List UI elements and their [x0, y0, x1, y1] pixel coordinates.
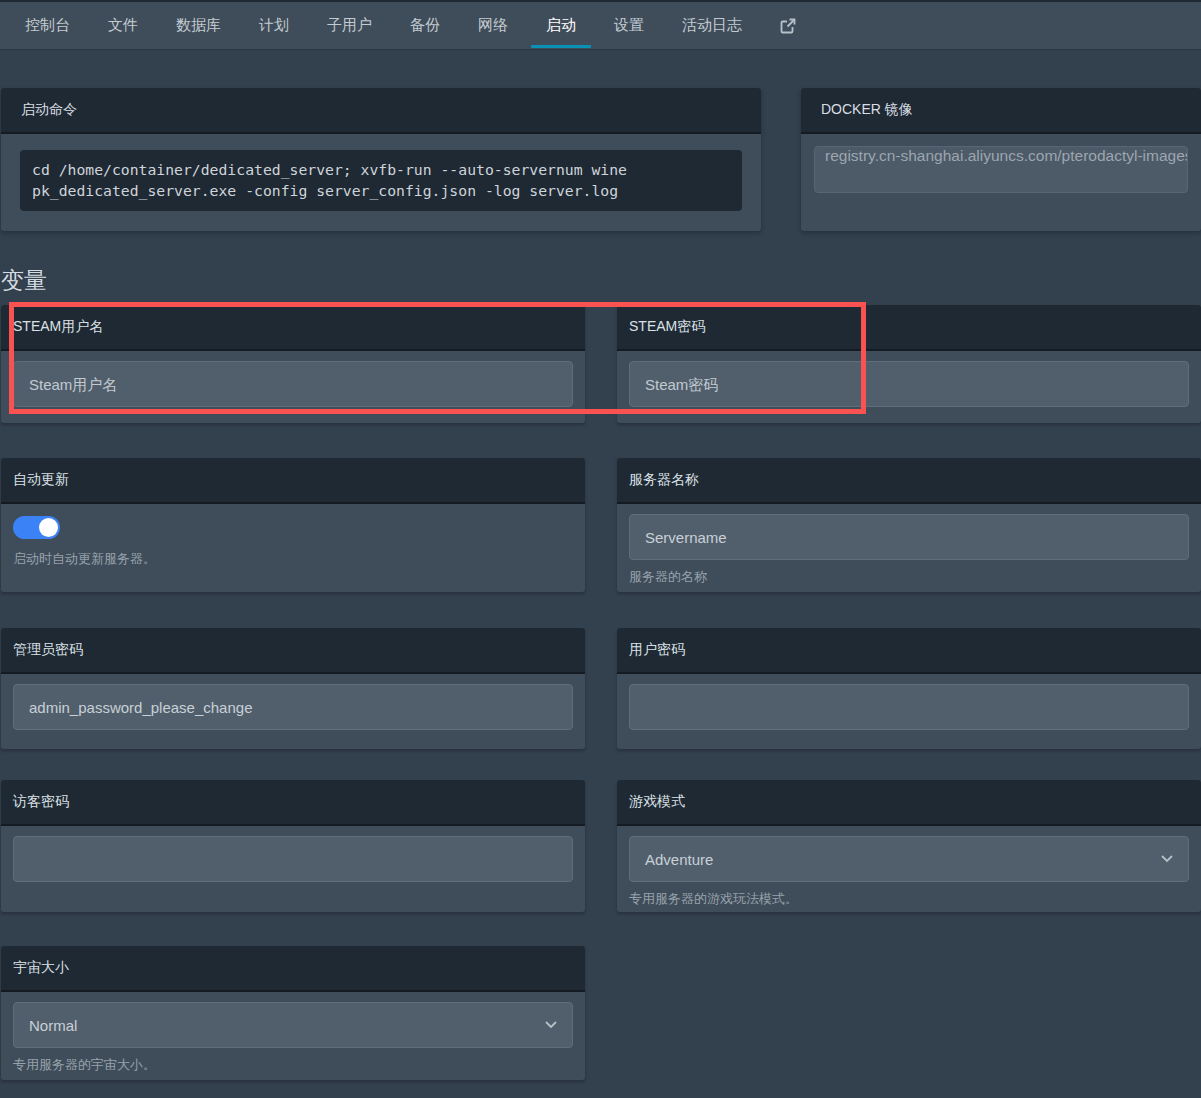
auto-update-help: 启动时自动更新服务器。 [13, 550, 573, 568]
user-password-input[interactable] [629, 684, 1189, 730]
game-mode-value: Adventure [645, 851, 713, 868]
tab-activity[interactable]: 活动日志 [667, 2, 757, 49]
steam-username-input[interactable] [13, 361, 573, 407]
tab-schedules[interactable]: 计划 [244, 2, 304, 49]
steam-password-label: STEAM密码 [617, 305, 1201, 351]
docker-image-title: DOCKER 镜像 [801, 88, 1201, 134]
server-name-help: 服务器的名称 [629, 568, 1189, 586]
server-name-card: 服务器名称 服务器的名称 [617, 458, 1201, 592]
server-tabs-nav: 控制台 文件 数据库 计划 子用户 备份 网络 启动 设置 活动日志 [0, 0, 1201, 50]
startup-page: 启动命令 cd /home/container/dedicated_server… [0, 50, 1201, 1080]
admin-password-input[interactable] [13, 684, 573, 730]
guest-password-card: 访客密码 [1, 780, 585, 912]
tab-startup[interactable]: 启动 [531, 2, 591, 49]
game-mode-select[interactable]: Adventure [629, 836, 1189, 882]
toggle-knob [39, 518, 58, 537]
tab-network[interactable]: 网络 [463, 2, 523, 49]
steam-password-card: STEAM密码 [617, 305, 1201, 423]
universe-size-value: Normal [29, 1017, 77, 1034]
tab-users[interactable]: 子用户 [312, 2, 387, 49]
steam-username-card: STEAM用户名 [1, 305, 585, 423]
chevron-down-icon [545, 1021, 557, 1029]
startup-command-title: 启动命令 [1, 88, 761, 134]
admin-password-label: 管理员密码 [1, 628, 585, 674]
universe-size-label: 宇宙大小 [1, 946, 585, 992]
steam-password-input[interactable] [629, 361, 1189, 407]
auto-update-label: 自动更新 [1, 458, 585, 504]
user-password-label: 用户密码 [617, 628, 1201, 674]
game-mode-help: 专用服务器的游戏玩法模式。 [629, 890, 1189, 908]
tab-settings[interactable]: 设置 [599, 2, 659, 49]
universe-size-help: 专用服务器的宇宙大小。 [13, 1056, 573, 1074]
game-mode-label: 游戏模式 [617, 780, 1201, 826]
auto-update-card: 自动更新 启动时自动更新服务器。 [1, 458, 585, 592]
admin-external-link[interactable] [765, 2, 811, 49]
chevron-down-icon [1161, 855, 1173, 863]
server-name-label: 服务器名称 [617, 458, 1201, 504]
auto-update-toggle[interactable] [13, 516, 60, 539]
startup-command-panel: 启动命令 cd /home/container/dedicated_server… [1, 88, 761, 231]
universe-size-select[interactable]: Normal [13, 1002, 573, 1048]
user-password-card: 用户密码 [617, 628, 1201, 749]
startup-command-code[interactable]: cd /home/container/dedicated_server; xvf… [20, 150, 742, 211]
universe-size-card: 宇宙大小 Normal 专用服务器的宇宙大小。 [1, 946, 585, 1080]
tab-databases[interactable]: 数据库 [161, 2, 236, 49]
external-link-icon [780, 18, 796, 34]
docker-image-input[interactable]: registry.cn-shanghai.aliyuncs.com/pterod… [814, 146, 1188, 193]
steam-username-label: STEAM用户名 [1, 305, 585, 351]
tab-console[interactable]: 控制台 [10, 2, 85, 49]
server-name-input[interactable] [629, 514, 1189, 560]
guest-password-input[interactable] [13, 836, 573, 882]
tab-backups[interactable]: 备份 [395, 2, 455, 49]
guest-password-label: 访客密码 [1, 780, 585, 826]
tab-files[interactable]: 文件 [93, 2, 153, 49]
admin-password-card: 管理员密码 [1, 628, 585, 749]
variables-section-title: 变量 [1, 265, 1201, 295]
docker-image-panel: DOCKER 镜像 registry.cn-shanghai.aliyuncs.… [801, 88, 1201, 231]
game-mode-card: 游戏模式 Adventure 专用服务器的游戏玩法模式。 [617, 780, 1201, 912]
